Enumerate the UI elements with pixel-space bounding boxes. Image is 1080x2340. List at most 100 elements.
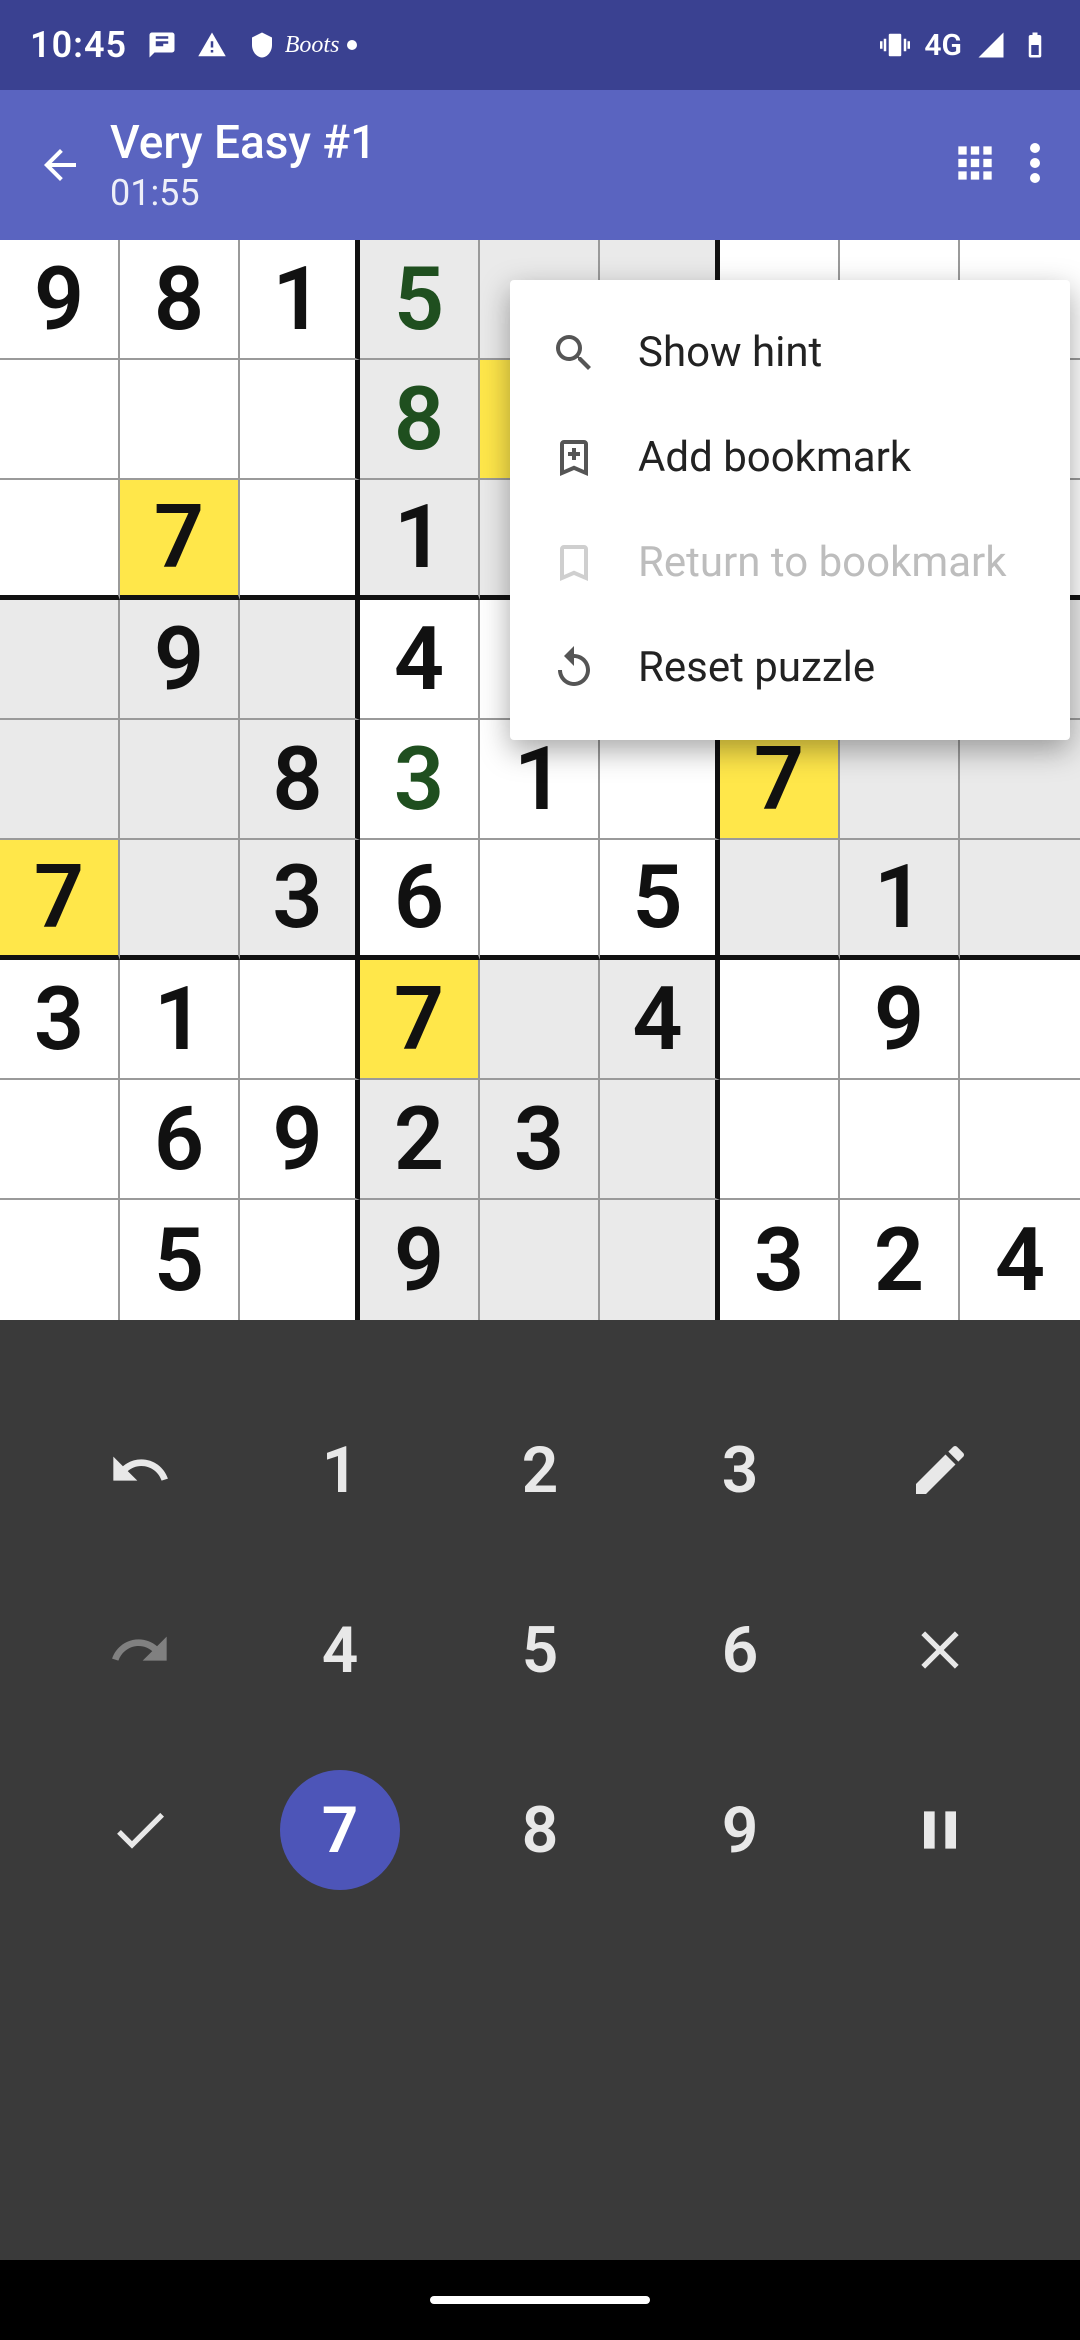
cell-r3-c3[interactable]: 4	[360, 600, 480, 720]
cell-r3-c0[interactable]	[0, 600, 120, 720]
overflow-menu: Show hint Add bookmark Return to bookmar…	[510, 280, 1070, 740]
cell-r5-c0[interactable]: 7	[0, 840, 120, 960]
grid-view-button[interactable]	[950, 138, 1000, 192]
keypad-9[interactable]: 9	[680, 1770, 800, 1890]
cell-r7-c5[interactable]	[600, 1080, 720, 1200]
cell-r6-c4[interactable]	[480, 960, 600, 1080]
menu-show-hint[interactable]: Show hint	[510, 300, 1070, 405]
undo-icon	[108, 1438, 172, 1502]
signal-icon	[976, 30, 1006, 60]
back-button[interactable]	[20, 125, 100, 205]
cell-r4-c2[interactable]: 8	[240, 720, 360, 840]
cell-r6-c2[interactable]	[240, 960, 360, 1080]
pause-icon	[908, 1798, 972, 1862]
cell-r1-c2[interactable]	[240, 360, 360, 480]
cell-r7-c4[interactable]: 3	[480, 1080, 600, 1200]
app-bar: Very Easy #1 01:55	[0, 90, 1080, 240]
keypad-5[interactable]: 5	[480, 1590, 600, 1710]
boots-icon: Boots	[297, 30, 327, 60]
cell-r5-c7[interactable]: 1	[840, 840, 960, 960]
cell-r8-c3[interactable]: 9	[360, 1200, 480, 1320]
bookmark-icon	[550, 539, 598, 587]
cell-r4-c1[interactable]	[120, 720, 240, 840]
cell-r2-c2[interactable]	[240, 480, 360, 600]
cell-r5-c2[interactable]: 3	[240, 840, 360, 960]
keypad-7[interactable]: 7	[280, 1770, 400, 1890]
menu-reset-puzzle[interactable]: Reset puzzle	[510, 615, 1070, 720]
redo-button[interactable]	[80, 1590, 200, 1710]
cell-r3-c2[interactable]	[240, 600, 360, 720]
erase-button[interactable]	[880, 1590, 1000, 1710]
menu-add-bookmark[interactable]: Add bookmark	[510, 405, 1070, 510]
cell-r7-c1[interactable]: 6	[120, 1080, 240, 1200]
cell-r7-c3[interactable]: 2	[360, 1080, 480, 1200]
system-nav-bar[interactable]	[0, 2260, 1080, 2340]
cell-r7-c2[interactable]: 9	[240, 1080, 360, 1200]
cell-r2-c1[interactable]: 7	[120, 480, 240, 600]
cell-r0-c3[interactable]: 5	[360, 240, 480, 360]
pencil-button[interactable]	[880, 1410, 1000, 1530]
cell-r5-c8[interactable]	[960, 840, 1080, 960]
reset-icon	[550, 644, 598, 692]
cell-r7-c6[interactable]	[720, 1080, 840, 1200]
cell-r1-c1[interactable]	[120, 360, 240, 480]
cell-r2-c3[interactable]: 1	[360, 480, 480, 600]
cell-r5-c3[interactable]: 6	[360, 840, 480, 960]
notification-dot-icon	[347, 40, 357, 50]
bookmark-add-icon	[550, 434, 598, 482]
warning-icon	[197, 30, 227, 60]
pencil-icon	[908, 1438, 972, 1502]
cell-r8-c8[interactable]: 4	[960, 1200, 1080, 1320]
cell-r5-c4[interactable]	[480, 840, 600, 960]
cell-r6-c3[interactable]: 7	[360, 960, 480, 1080]
cell-r8-c2[interactable]	[240, 1200, 360, 1320]
cell-r7-c8[interactable]	[960, 1080, 1080, 1200]
cell-r5-c6[interactable]	[720, 840, 840, 960]
keypad-4[interactable]: 4	[280, 1590, 400, 1710]
keypad-2[interactable]: 2	[480, 1410, 600, 1530]
cell-r1-c0[interactable]	[0, 360, 120, 480]
cell-r2-c0[interactable]	[0, 480, 120, 600]
keypad-8[interactable]: 8	[480, 1770, 600, 1890]
cell-r6-c0[interactable]: 3	[0, 960, 120, 1080]
cell-r5-c5[interactable]: 5	[600, 840, 720, 960]
keypad-6[interactable]: 6	[680, 1590, 800, 1710]
cell-r3-c1[interactable]: 9	[120, 600, 240, 720]
cell-r4-c3[interactable]: 3	[360, 720, 480, 840]
cell-r8-c4[interactable]	[480, 1200, 600, 1320]
cell-r0-c1[interactable]: 8	[120, 240, 240, 360]
app-status-icon	[247, 30, 277, 60]
keypad-3[interactable]: 3	[680, 1410, 800, 1530]
cell-r0-c0[interactable]: 9	[0, 240, 120, 360]
arrow-back-icon	[36, 141, 84, 189]
message-icon	[147, 30, 177, 60]
cell-r0-c2[interactable]: 1	[240, 240, 360, 360]
cell-r8-c0[interactable]	[0, 1200, 120, 1320]
cell-r8-c7[interactable]: 2	[840, 1200, 960, 1320]
close-icon	[908, 1618, 972, 1682]
cell-r6-c5[interactable]: 4	[600, 960, 720, 1080]
cell-r6-c8[interactable]	[960, 960, 1080, 1080]
status-bar: 10:45 Boots 4G	[0, 0, 1080, 90]
check-icon	[108, 1798, 172, 1862]
vibrate-icon	[880, 30, 910, 60]
cell-r8-c6[interactable]: 3	[720, 1200, 840, 1320]
cell-r1-c3[interactable]: 8	[360, 360, 480, 480]
check-button[interactable]	[80, 1770, 200, 1890]
undo-button[interactable]	[80, 1410, 200, 1530]
keypad-1[interactable]: 1	[280, 1410, 400, 1530]
cell-r7-c7[interactable]	[840, 1080, 960, 1200]
menu-label: Reset puzzle	[638, 643, 875, 692]
menu-return-bookmark: Return to bookmark	[510, 510, 1070, 615]
cell-r8-c1[interactable]: 5	[120, 1200, 240, 1320]
cell-r6-c6[interactable]	[720, 960, 840, 1080]
redo-icon	[108, 1618, 172, 1682]
cell-r6-c7[interactable]: 9	[840, 960, 960, 1080]
cell-r7-c0[interactable]	[0, 1080, 120, 1200]
cell-r8-c5[interactable]	[600, 1200, 720, 1320]
cell-r5-c1[interactable]	[120, 840, 240, 960]
more-options-button[interactable]	[1030, 143, 1040, 187]
cell-r4-c0[interactable]	[0, 720, 120, 840]
pause-button[interactable]	[880, 1770, 1000, 1890]
cell-r6-c1[interactable]: 1	[120, 960, 240, 1080]
